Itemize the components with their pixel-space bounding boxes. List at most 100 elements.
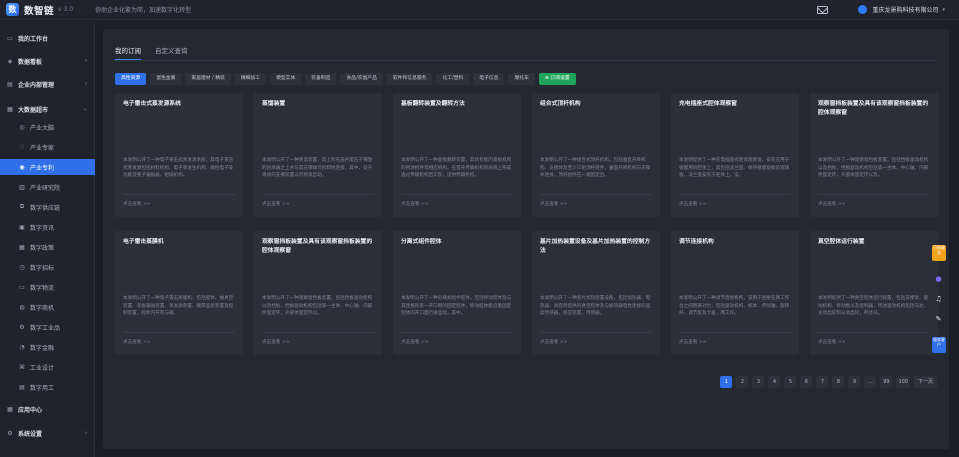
patent-card[interactable]: 充电插座式腔体观察窗 本发明提供了一种充电插座式腔体观察窗，安装在用于镀膜用的腔体… xyxy=(671,93,799,217)
brand[interactable]: 数 数智链 v 3.0 xyxy=(0,3,95,17)
patent-card[interactable]: 电子雷击蒸膜机本发明公开了一种电子雷击蒸膜机，包括腔体、抽真空装置、基板输送装置… xyxy=(115,231,243,355)
card-view-link[interactable]: 点击查看 >> xyxy=(401,201,429,207)
page-button[interactable]: 99 xyxy=(880,376,893,388)
category-chip[interactable]: 食品/农副产品 xyxy=(340,73,383,85)
card-title[interactable]: 观察窗挡板装置及具有该观察窗挡板装置的腔体观察窗 xyxy=(262,238,374,264)
sidebar-item-dashboard[interactable]: ◈ 数据看板 › xyxy=(0,53,95,69)
patent-card[interactable]: 蒸馏装置 本发明公开了一种蒸馏装置，其上的压盖杆能压于释放的封承器之上并与其支撑端… xyxy=(254,93,382,217)
pagination: 1 2 3 4 5 6 7 8 9... 99 100 下一页 xyxy=(716,376,937,388)
patent-card[interactable]: 组合式顶杆机构 本发明公开了一种组合式顶杆机构，包括垂直升降机构、支撑体及至少三组… xyxy=(532,93,660,217)
sidebar-item-supply[interactable]: ⧉ 数字供应链 xyxy=(0,199,95,215)
sidebar-item-brain[interactable]: ◎ 产业大脑 xyxy=(0,119,95,135)
category-chip[interactable]: 电子信息 xyxy=(473,73,505,85)
sidebar-item-apps[interactable]: ▦ 应用中心 xyxy=(0,401,95,417)
page-button[interactable]: 100 xyxy=(896,376,910,388)
page-button[interactable]: 1 xyxy=(720,376,733,388)
card-view-link[interactable]: 点击查看 >> xyxy=(401,339,429,345)
card-title[interactable]: 基片加热装置设备及基片加热装置的控制方法 xyxy=(540,238,652,264)
card-title[interactable]: 基板翻转装置及翻转方法 xyxy=(401,100,513,126)
card-title[interactable]: 电子雷击式蒸发源系统 xyxy=(123,100,235,126)
sidebar-item-labor[interactable]: ▤ 数字用工 xyxy=(0,379,95,395)
card-title[interactable]: 观察窗挡板装置及具有该观察窗挡板装置的腔体观察窗 xyxy=(818,100,930,126)
sidebar-item-news[interactable]: ▣ 数字资讯 xyxy=(0,219,95,235)
sidebar-item-settings[interactable]: ⚙ 系统设置 › xyxy=(0,425,95,441)
category-chip[interactable]: 蛋色金属 xyxy=(150,73,182,85)
badge-icon[interactable]: ● xyxy=(934,275,943,284)
sidebar-item-industrial[interactable]: ⚙ 数字工业品 xyxy=(0,319,95,335)
avatar[interactable] xyxy=(858,5,868,14)
sidebar-item-label: 系统设置 xyxy=(18,430,43,438)
category-chip[interactable]: 化工/塑料 xyxy=(436,73,470,85)
sidebar-item-opportunity[interactable]: ◍ 数字商机 xyxy=(0,299,95,315)
category-chip[interactable]: 软件和信息服务 xyxy=(386,73,433,85)
card-view-link[interactable]: 点击查看 >> xyxy=(679,339,707,345)
sidebar-item-policy[interactable]: ▦ 数字政策 xyxy=(0,239,95,255)
patent-card[interactable]: 基板翻转装置及翻转方法 本发明公开了一种基板翻转装置，其具有能内基板机构的所述构件… xyxy=(393,93,521,217)
card-title[interactable]: 充电插座式腔体观察窗 xyxy=(679,100,791,126)
tab-my-subscriptions[interactable]: 我的订阅 xyxy=(115,45,141,60)
card-view-link[interactable]: 点击查看 >> xyxy=(818,339,846,345)
sidebar-item-design[interactable]: ⌘ 工业设计 xyxy=(0,359,95,375)
sidebar-item-finance[interactable]: ◔ 数字金融 xyxy=(0,339,95,355)
sidebar-item-experts[interactable]: ♡ 产业专家 xyxy=(0,139,95,155)
category-chip[interactable]: 模型实体 xyxy=(270,73,302,85)
category-chip[interactable]: 高性资源 xyxy=(115,73,147,85)
internal-icon: ▤ xyxy=(7,80,13,88)
card-view-link[interactable]: 点击查看 >> xyxy=(262,201,290,207)
page-button[interactable]: 9 xyxy=(848,376,861,388)
page-button[interactable]: 8 xyxy=(832,376,845,388)
card-title[interactable]: 蒸馏装置 xyxy=(262,100,374,126)
card-view-link[interactable]: 点击查看 >> xyxy=(262,339,290,345)
patent-card[interactable]: 观察窗挡板装置及具有该观察窗挡板装置的腔体观察窗 本发明公开了一种观察窗挡板装置，… xyxy=(810,93,938,217)
category-chip[interactable]: 家居建材 / 精装 xyxy=(185,73,231,85)
page-button[interactable]: 3 xyxy=(752,376,765,388)
sidebar-item-logistics[interactable]: ▭ 数字物流 xyxy=(0,279,95,295)
headset-icon[interactable]: ♫ xyxy=(934,295,943,304)
sidebar-item-workbench[interactable]: ▭ 我的工作台 xyxy=(0,30,95,46)
company-name[interactable]: 重庆龙景购科技有限公司 xyxy=(872,5,938,14)
page-button[interactable]: 4 xyxy=(768,376,781,388)
card-view-link[interactable]: 点击查看 >> xyxy=(123,201,151,207)
card-divider xyxy=(540,332,652,333)
page-button[interactable]: 6 xyxy=(800,376,813,388)
card-view-link[interactable]: 点击查看 >> xyxy=(540,339,568,345)
card-description: 本发明公开了一种电子雷击蒸膜机，包括腔体、抽真空装置、基板输送装置、蒸发源装置、… xyxy=(123,296,234,316)
category-chip[interactable]: 摩托车 xyxy=(508,73,535,85)
card-title[interactable]: 真空腔体运行装置 xyxy=(818,238,930,264)
sidebar-item-tender[interactable]: ◷ 数字招标 xyxy=(0,259,95,275)
patent-card[interactable]: 真空腔体运行装置本发明提供了一种真空腔体运行装置，包括支撑架、驱动机构、移动板以… xyxy=(810,231,938,355)
category-chip[interactable]: 装备制造 xyxy=(305,73,337,85)
sidebar-item-patents[interactable]: ◉ 产业专利 xyxy=(0,159,95,175)
card-title[interactable]: 电子雷击蒸膜机 xyxy=(123,238,235,264)
card-title[interactable]: 组合式顶杆机构 xyxy=(540,100,652,126)
subscribe-settings-button[interactable]: ⊕ 订阅设置 xyxy=(538,73,576,85)
category-chip[interactable]: 精细加工 xyxy=(234,73,267,85)
page-button[interactable]: 5 xyxy=(784,376,797,388)
card-view-link[interactable]: 点击查看 >> xyxy=(123,339,151,345)
purchased-service-button[interactable]: 已购服务 xyxy=(932,245,946,261)
mail-icon[interactable] xyxy=(817,5,829,14)
card-description: 本发明提供了一种真空腔体运行装置，包括支撑架、驱动机构、移动板以及控制器，所述驱… xyxy=(818,296,929,316)
card-title[interactable]: 调节连接机构 xyxy=(679,238,791,264)
page-button[interactable]: 7 xyxy=(816,376,829,388)
card-view-link[interactable]: 点击查看 >> xyxy=(818,201,846,207)
card-title[interactable]: 分离式组件腔体 xyxy=(401,238,513,264)
page-button[interactable]: 2 xyxy=(736,376,749,388)
card-view-link[interactable]: 点击查看 >> xyxy=(540,201,568,207)
patent-card[interactable]: 分离式组件腔体 本发明公开了一种分离式组件腔体，包括移动腔体及与其连接的第一开口侧… xyxy=(393,231,521,355)
patent-card[interactable]: 观察窗挡板装置及具有该观察窗挡板装置的腔体观察窗 本发明公开了一种观察窗挡板装置，… xyxy=(254,231,382,355)
chevron-down-icon[interactable]: ▾ xyxy=(942,7,945,13)
edit-icon[interactable]: ✎ xyxy=(934,315,943,324)
sidebar-item-research[interactable]: ▥ 产业研究院 xyxy=(0,179,95,195)
patent-card[interactable]: 电子雷击式蒸发源系统 本发明公开了一种电子束击式蒸发源系统，其电子束击式蒸发源包括… xyxy=(115,93,243,217)
sidebar-item-internal[interactable]: ▤ 企业内部管理 › xyxy=(0,76,95,92)
patent-card[interactable]: 调节连接机构 本发明公开了一种调节连接机构，该用于连接在两工作台之间用来对位，包括… xyxy=(671,231,799,355)
tab-custom-query[interactable]: 自定义查询 xyxy=(155,45,188,60)
page-button[interactable]: ... xyxy=(864,376,877,388)
next-page-button[interactable]: 下一页 xyxy=(913,376,937,388)
customer-service-button[interactable]: 服务客户 xyxy=(932,337,946,353)
sidebar-item-bigdata[interactable]: ▦ 大数据超市 ⌄ xyxy=(0,101,95,117)
card-view-link[interactable]: 点击查看 >> xyxy=(679,201,707,207)
sidebar-item-label: 工业设计 xyxy=(30,364,55,372)
patent-card[interactable]: 基片加热装置设备及基片加热装置的控制方法 本发明公开了一种基片加热装置设备，包括加… xyxy=(532,231,660,355)
